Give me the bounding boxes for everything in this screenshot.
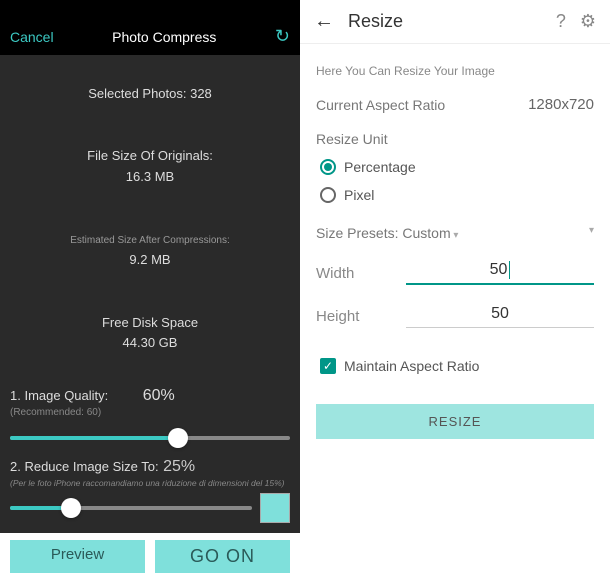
go-on-button[interactable]: GO ON [155,540,290,573]
free-space-value: 44.30 GB [123,335,178,350]
checkmark-icon: ✓ [320,358,336,374]
resize-title: Resize [348,11,542,32]
refresh-icon[interactable]: ↻ [275,26,290,47]
reduce-value: 25% [163,458,195,475]
quality-label: 1. Image Quality: [10,388,108,403]
help-icon[interactable]: ? [556,11,566,32]
radio-icon [320,187,336,203]
resize-panel: ← Resize ? ⚙ Here You Can Resize Your Im… [300,0,610,533]
radio-percentage-label: Percentage [344,159,416,175]
estimate-label: Estimated Size After Compressions: [70,235,230,246]
quality-recommended: (Recommended: 60) [10,407,290,418]
maintain-aspect-label: Maintain Aspect Ratio [344,358,479,374]
reduce-hint: (Per le foto iPhone raccomandiamo una ri… [10,478,290,488]
maintain-aspect-checkbox[interactable]: ✓ Maintain Aspect Ratio [320,358,594,374]
preset-label: Size Presets: [316,225,398,241]
app-title: Photo Compress [112,29,216,45]
photo-compress-panel: Cancel Photo Compress ↻ Selected Photos:… [0,0,300,533]
aspect-ratio-value: 1280x720 [528,96,594,113]
info-block: Selected Photos: 328 File Size Of Origin… [10,63,290,375]
aspect-ratio-label: Current Aspect Ratio [316,97,445,113]
status-bar [0,0,300,18]
cancel-button[interactable]: Cancel [10,29,54,45]
radio-percentage[interactable]: Percentage [320,159,594,175]
reduce-label: 2. Reduce Image Size To: [10,459,159,474]
height-input[interactable]: 50 [406,305,594,328]
width-label: Width [316,265,406,282]
free-space-label: Free Disk Space [102,315,198,330]
right-header: ← Resize ? ⚙ [300,0,610,44]
settings-icon[interactable]: ⚙ [580,11,596,32]
originals-value: 16.3 MB [126,169,174,184]
chevron-down-icon: ▾ [589,225,594,241]
resize-hint: Here You Can Resize Your Image [316,64,594,78]
preview-button[interactable]: Preview [10,540,145,573]
left-header: Cancel Photo Compress ↻ [0,18,300,55]
estimate-value: 9.2 MB [129,252,170,267]
radio-pixel[interactable]: Pixel [320,187,594,203]
resize-button[interactable]: RESIZE [316,404,594,439]
originals-label: File Size Of Originals: [87,148,213,163]
preset-value: Custom [402,225,458,241]
radio-icon [320,159,336,175]
preview-thumbnail[interactable] [260,493,290,523]
reduce-slider[interactable] [10,506,252,510]
quality-value: 60% [143,387,175,405]
selected-count: Selected Photos: 328 [10,84,290,105]
radio-pixel-label: Pixel [344,187,374,203]
size-presets-dropdown[interactable]: Size Presets: Custom ▾ [316,225,594,241]
width-input[interactable]: 50 [406,261,594,285]
quality-slider[interactable] [10,436,290,440]
height-label: Height [316,308,406,325]
resize-unit-label: Resize Unit [316,131,594,147]
back-icon[interactable]: ← [314,10,334,33]
